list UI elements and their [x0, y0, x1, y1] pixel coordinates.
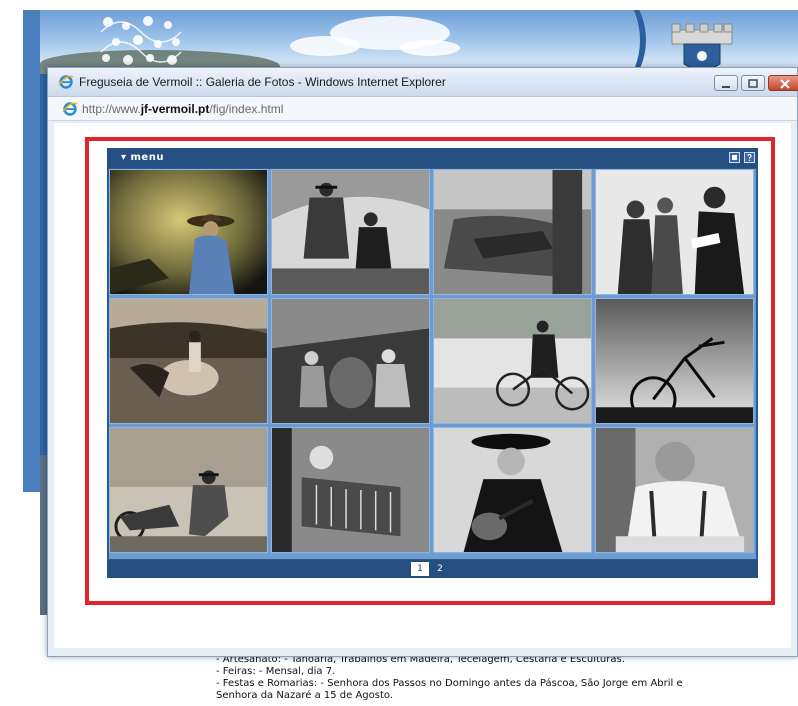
photo-woman-in-hat: [110, 170, 267, 294]
thumbnail-grid: [109, 169, 756, 559]
photo-man-with-bicycle: [434, 299, 591, 423]
photo-thumbnail[interactable]: [595, 427, 754, 553]
page-2-link[interactable]: 2: [433, 562, 447, 576]
gallery-menubar: menu: [107, 148, 758, 168]
maximize-button[interactable]: [741, 75, 765, 91]
close-button[interactable]: [768, 75, 798, 91]
photo-thumbnail[interactable]: [271, 169, 430, 295]
photo-dancers: [596, 170, 753, 294]
photo-men-seated: [272, 170, 429, 294]
address-url[interactable]: http://www.jf-vermoil.pt/fig/index.html: [82, 102, 283, 116]
photo-smiling-man: [596, 428, 753, 552]
photo-thumbnail[interactable]: [109, 298, 268, 424]
photo-resting-figure: [434, 170, 591, 294]
photo-thumbnail[interactable]: [433, 298, 592, 424]
page-icon: [62, 102, 78, 116]
photo-thumbnail[interactable]: [109, 169, 268, 295]
url-prefix: http://www.: [82, 102, 141, 116]
photo-thumbnail[interactable]: [595, 169, 754, 295]
photo-motorbike-repair: [110, 428, 267, 552]
fullscreen-button[interactable]: [729, 152, 740, 163]
help-button[interactable]: [744, 152, 755, 163]
help-icon: [747, 153, 752, 162]
photo-thumbnail[interactable]: [433, 169, 592, 295]
address-bar[interactable]: http://www.jf-vermoil.pt/fig/index.html: [48, 97, 797, 121]
page-1-link[interactable]: 1: [411, 562, 429, 576]
photo-gallery: menu: [107, 148, 758, 578]
menu-toggle[interactable]: menu: [121, 152, 164, 163]
info-line-festivities: - Festas e Romarias: - Senhora dos Passo…: [216, 678, 683, 689]
photo-bicycle-silhouette: [596, 299, 753, 423]
window-title: Freguseia de Vermoil :: Galeria de Fotos…: [79, 75, 446, 89]
gallery-pager: 1 2: [107, 560, 758, 578]
photo-thumbnail[interactable]: [433, 427, 592, 553]
photo-thumbnail[interactable]: [271, 298, 430, 424]
minimize-icon: [722, 86, 730, 88]
close-icon: [780, 79, 790, 89]
internet-explorer-icon: [58, 75, 74, 89]
minimize-button[interactable]: [714, 75, 738, 91]
photo-thumbnail[interactable]: [595, 298, 754, 424]
url-path: /fig/index.html: [209, 102, 284, 116]
photo-cooper-workshop: [272, 299, 429, 423]
decorative-pattern-icon: [100, 16, 182, 65]
info-line-fairs: - Feiras: - Mensal, dia 7.: [216, 666, 336, 677]
fullscreen-icon: [732, 155, 737, 160]
photo-singer-with-guitar: [434, 428, 591, 552]
url-domain: jf-vermoil.pt: [140, 102, 210, 116]
photo-field-workers: [110, 299, 267, 423]
municipal-crest-icon: [671, 23, 733, 71]
photo-thumbnail[interactable]: [109, 427, 268, 553]
photo-thumbnail[interactable]: [271, 427, 430, 553]
window-titlebar[interactable]: Freguseia de Vermoil :: Galeria de Fotos…: [48, 68, 798, 97]
photo-accordion-player: [272, 428, 429, 552]
maximize-icon: [748, 79, 758, 88]
background-sidebar: [23, 10, 40, 492]
info-line-festivities-cont: Senhora da Nazaré a 15 de Agosto.: [216, 690, 394, 701]
page-info-text: - Artesanato: - Tanoaria, Trabalhos em M…: [216, 654, 796, 702]
